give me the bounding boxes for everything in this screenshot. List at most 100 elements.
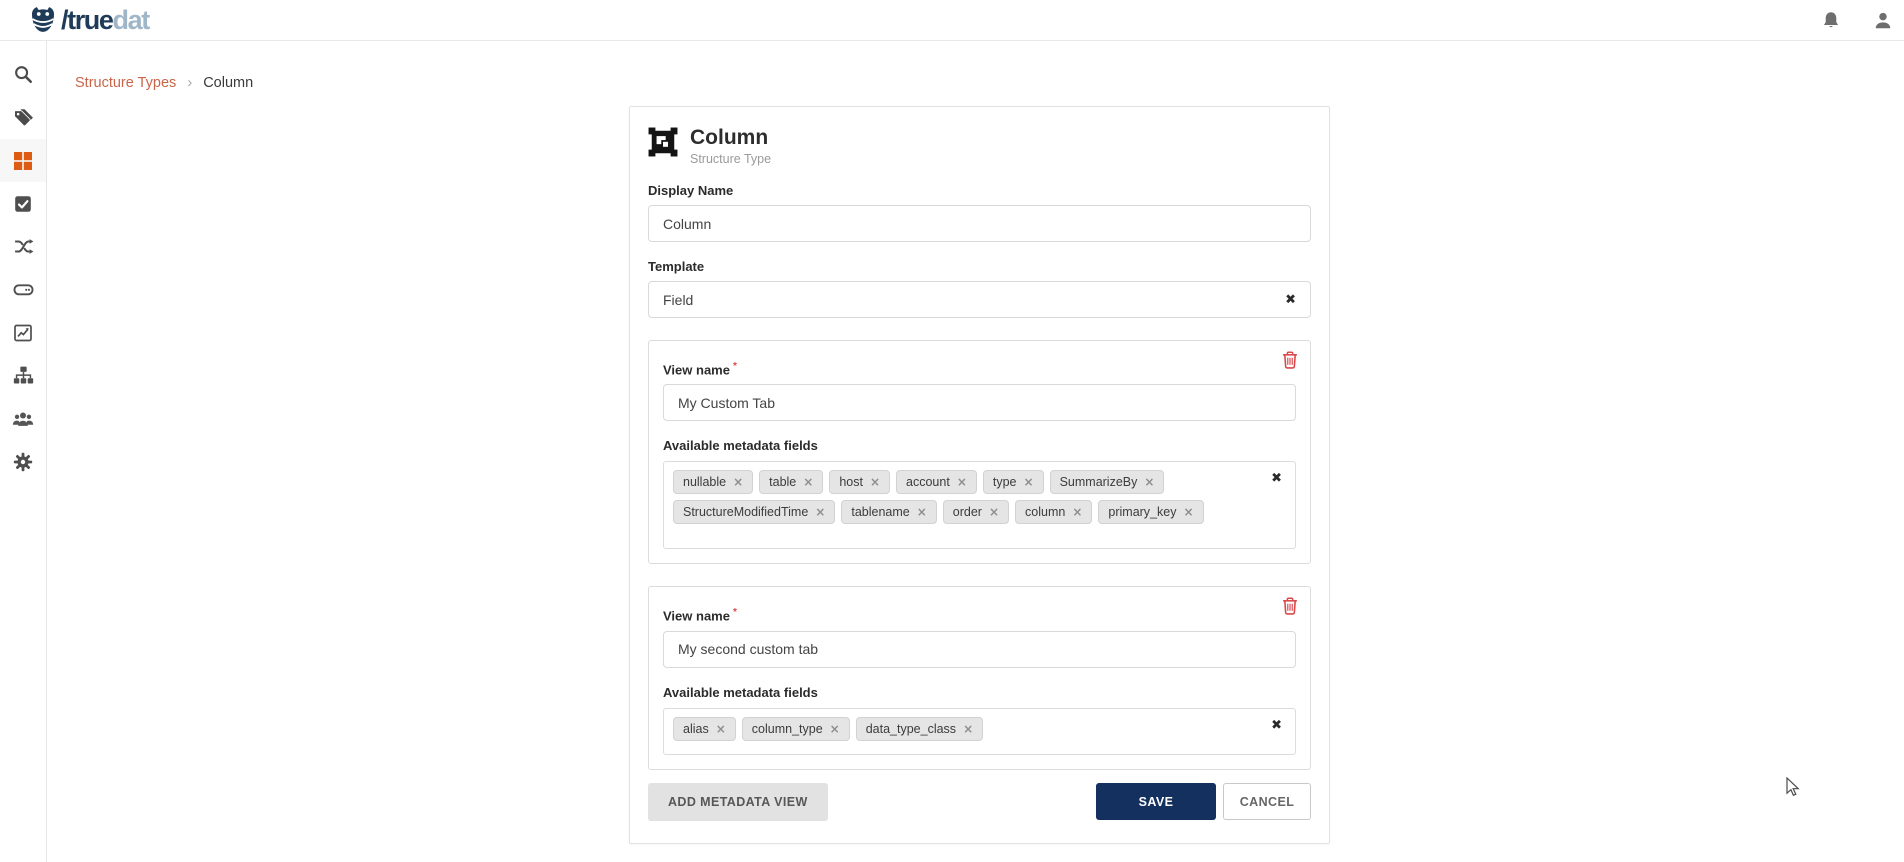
chip-remove-icon[interactable]: ×: [963, 723, 973, 735]
metadata-chip: SummarizeBy ×: [1050, 470, 1165, 494]
chip-remove-icon[interactable]: ×: [870, 476, 880, 488]
sitemap-icon: [13, 365, 34, 386]
metadata-chip: alias ×: [673, 717, 736, 741]
notifications-bell-icon[interactable]: [1820, 10, 1842, 32]
metadata-view-section-1: View name* Available metadata fields nul…: [648, 340, 1311, 564]
chip-remove-icon[interactable]: ×: [803, 476, 813, 488]
sidebar-item-lineage[interactable]: [0, 225, 46, 268]
sidebar-item-users[interactable]: [0, 397, 46, 440]
line-chart-icon: [13, 323, 33, 343]
template-label: Template: [648, 259, 1311, 274]
chip-remove-icon[interactable]: ×: [716, 723, 726, 735]
breadcrumb-separator: ›: [187, 75, 192, 91]
users-icon: [12, 408, 34, 430]
metadata-chip: column ×: [1015, 500, 1092, 524]
chip-remove-icon[interactable]: ×: [830, 723, 840, 735]
delete-view-trash-icon[interactable]: [1282, 597, 1298, 615]
view-name-label: View name*: [663, 607, 1296, 623]
check-square-icon: [13, 194, 33, 214]
add-metadata-view-button[interactable]: ADD METADATA VIEW: [648, 783, 828, 821]
sidebar-item-quality[interactable]: [0, 182, 46, 225]
chip-remove-icon[interactable]: ×: [733, 476, 743, 488]
view-name-label: View name*: [663, 361, 1296, 377]
chip-label: type: [993, 475, 1017, 489]
chip-label: SummarizeBy: [1060, 475, 1138, 489]
chip-label: alias: [683, 722, 709, 736]
form-footer: ADD METADATA VIEW SAVE CANCEL: [648, 783, 1311, 821]
metadata-chip: nullable×: [673, 470, 753, 494]
chip-label: table: [769, 475, 796, 489]
cancel-button[interactable]: CANCEL: [1223, 783, 1311, 820]
mouse-cursor: [1786, 777, 1808, 799]
chip-remove-icon[interactable]: ×: [917, 506, 927, 518]
metadata-chip: primary_key ×: [1098, 500, 1203, 524]
template-select[interactable]: ✖: [648, 281, 1311, 318]
chip-remove-icon[interactable]: ×: [1072, 506, 1082, 518]
tags-icon: [13, 107, 34, 128]
breadcrumb-current: Column: [203, 75, 253, 91]
search-icon: [13, 64, 34, 85]
page-title: Column: [690, 127, 771, 149]
drive-icon: [13, 279, 34, 300]
chip-remove-icon[interactable]: ×: [989, 506, 999, 518]
card-header-text: Column Structure Type: [690, 127, 771, 166]
metadata-chip: StructureModifiedTime ×: [673, 500, 835, 524]
gear-icon: [13, 452, 33, 472]
shuffle-icon: [13, 236, 34, 257]
metadata-fields-multiselect-1[interactable]: nullable×table×host×account×type×Summari…: [663, 461, 1296, 549]
metadata-chip: account ×: [896, 470, 977, 494]
chip-label: data_type_class: [866, 722, 956, 736]
left-sidebar: [0, 41, 47, 862]
template-select-input[interactable]: [648, 281, 1311, 318]
chip-remove-icon[interactable]: ×: [1183, 506, 1193, 518]
required-asterisk: *: [733, 361, 737, 372]
top-bar: /truedat: [0, 0, 1904, 41]
metadata-chip: data_type_class ×: [856, 717, 983, 741]
metadata-chip: tablename ×: [841, 500, 936, 524]
metadata-fields-multiselect-2[interactable]: alias × column_type × data_type_class × ✖: [663, 708, 1296, 755]
chip-label: account: [906, 475, 950, 489]
chip-remove-icon[interactable]: ×: [1024, 476, 1034, 488]
metadata-chip: column_type ×: [742, 717, 850, 741]
metadata-chip: table ×: [759, 470, 823, 494]
chip-label: host: [839, 475, 863, 489]
breadcrumb-structure-types-link[interactable]: Structure Types: [75, 75, 176, 91]
chip-label: primary_key: [1108, 505, 1176, 519]
sidebar-item-dashboards[interactable]: [0, 311, 46, 354]
chip-remove-icon[interactable]: ×: [957, 476, 967, 488]
sidebar-item-tags[interactable]: [0, 96, 46, 139]
metadata-chip: order ×: [943, 500, 1009, 524]
sidebar-item-search[interactable]: [0, 53, 46, 96]
truedat-logo[interactable]: /truedat: [28, 5, 149, 35]
delete-view-trash-icon[interactable]: [1282, 351, 1298, 369]
sidebar-item-structure-types[interactable]: [0, 139, 46, 182]
breadcrumb: Structure Types › Column: [75, 75, 253, 91]
chip-label: order: [953, 505, 982, 519]
chip-label: tablename: [851, 505, 909, 519]
page-subtitle: Structure Type: [690, 152, 771, 166]
save-button[interactable]: SAVE: [1096, 783, 1216, 820]
chip-label: column_type: [752, 722, 823, 736]
metadata-view-section-2: View name* Available metadata fields ali…: [648, 586, 1311, 769]
clear-all-fields-icon[interactable]: ✖: [1271, 472, 1282, 485]
metadata-chip: host ×: [829, 470, 890, 494]
chip-label: StructureModifiedTime: [683, 505, 808, 519]
clear-all-fields-icon[interactable]: ✖: [1271, 719, 1282, 732]
available-metadata-fields-label: Available metadata fields: [663, 685, 1296, 700]
sidebar-item-taxonomy[interactable]: [0, 354, 46, 397]
display-name-input[interactable]: [648, 205, 1311, 242]
chip-remove-icon[interactable]: ×: [815, 506, 825, 518]
chip-remove-icon[interactable]: ×: [1144, 476, 1154, 488]
chip-label: column: [1025, 505, 1065, 519]
structure-type-form-card: Column Structure Type Display Name Templ…: [629, 106, 1330, 844]
structure-type-icon: [648, 127, 678, 157]
view-name-input-2[interactable]: [663, 631, 1296, 668]
owl-logo-icon: [28, 5, 58, 35]
view-name-input-1[interactable]: [663, 384, 1296, 421]
sidebar-item-systems[interactable]: [0, 268, 46, 311]
metadata-chip: type ×: [983, 470, 1044, 494]
sidebar-item-settings[interactable]: [0, 440, 46, 483]
user-profile-icon[interactable]: [1872, 10, 1894, 32]
available-metadata-fields-label: Available metadata fields: [663, 438, 1296, 453]
template-clear-icon[interactable]: ✖: [1285, 293, 1296, 306]
